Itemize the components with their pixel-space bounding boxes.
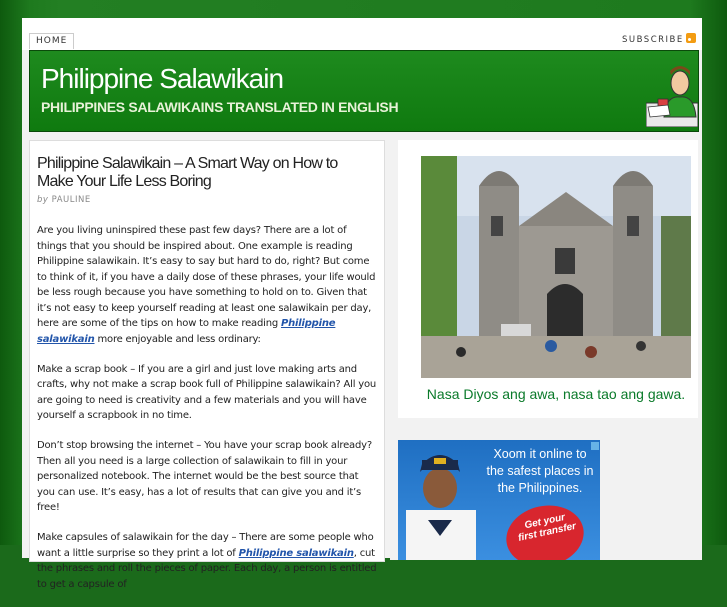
advertisement-banner[interactable]: Xoom it online to the safest places in t… xyxy=(398,440,600,560)
church-photo[interactable] xyxy=(421,156,691,378)
nav-home-link[interactable]: HOME xyxy=(29,33,75,49)
paragraph-text: more enjoyable and less ordinary: xyxy=(94,333,261,345)
paragraph-4: Make capsules of salawikain for the day … xyxy=(37,530,379,592)
paragraph-text: Are you living uninspired these past few… xyxy=(37,225,376,329)
main-content: Philippine Salawikain – A Smart Way on H… xyxy=(29,140,385,590)
sidebar: Nasa Diyos ang awa, nasa tao ang gawa. X… xyxy=(390,140,702,560)
post-byline: by PAULINE xyxy=(37,195,91,205)
site-title[interactable]: Philippine Salawikain xyxy=(41,63,284,95)
site-tagline: PHILIPPINES SALAWIKAINS TRANSLATED IN EN… xyxy=(41,99,399,115)
mascot-reading-icon xyxy=(646,66,698,127)
post-author[interactable]: PAULINE xyxy=(52,195,91,205)
byline-prefix: by xyxy=(37,195,49,205)
featured-image-box: Nasa Diyos ang awa, nasa tao ang gawa. xyxy=(398,140,698,418)
photo-caption: Nasa Diyos ang awa, nasa tao ang gawa. xyxy=(426,386,686,402)
ad-person-icon xyxy=(406,455,476,560)
salawikain-link[interactable]: Philippine salawikain xyxy=(239,548,354,559)
subscribe-link[interactable]: SUBSCRIBE xyxy=(622,35,684,45)
page-container: HOME SUBSCRIBE Philippine Salawikain PHI… xyxy=(22,18,702,590)
paragraph-1: Are you living uninspired these past few… xyxy=(37,223,379,347)
post-body: Are you living uninspired these past few… xyxy=(37,223,379,607)
top-navigation: HOME SUBSCRIBE xyxy=(22,18,702,50)
ad-headline: Xoom it online to the safest places in t… xyxy=(486,447,594,495)
site-header: Philippine Salawikain PHILIPPINES SALAWI… xyxy=(29,50,699,132)
rss-icon[interactable] xyxy=(686,33,696,43)
paragraph-2: Make a scrap book – If you are a girl an… xyxy=(37,363,377,422)
paragraph-3: Don’t stop browsing the internet – You h… xyxy=(37,440,372,513)
adchoices-icon[interactable] xyxy=(591,442,599,450)
post-title[interactable]: Philippine Salawikain – A Smart Way on H… xyxy=(37,155,377,191)
